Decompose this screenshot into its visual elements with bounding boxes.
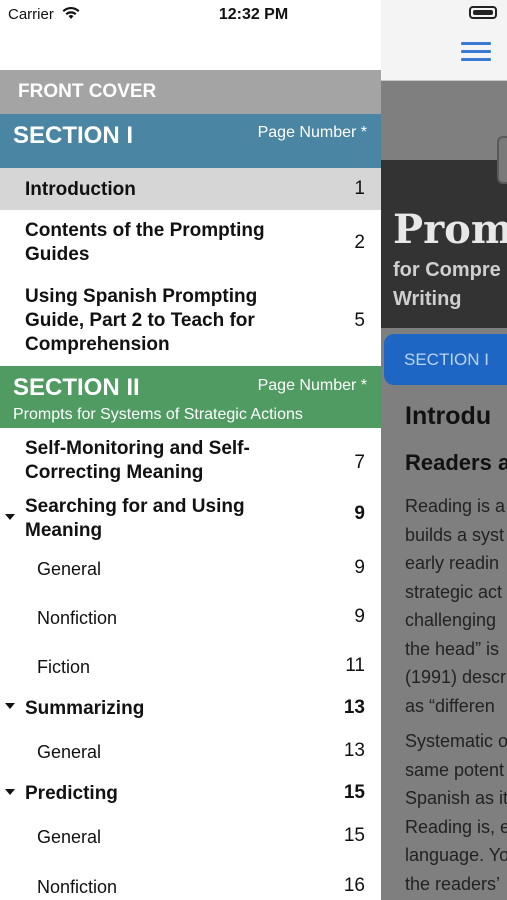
toc-item-label: Contents of the Prompting Guides [25, 220, 265, 265]
paragraph-line: the readers’ [405, 873, 501, 894]
toc-item-page: 13 [343, 697, 365, 718]
toc-subitem-general[interactable]: General 15 [0, 813, 381, 860]
panel-tab-handle[interactable] [497, 136, 507, 184]
toc-item-predicting[interactable]: Predicting 15 [0, 775, 381, 813]
toc-item-page: 9 [354, 503, 365, 524]
toc-item-contents[interactable]: Contents of the Prompting Guides 2 [0, 210, 381, 276]
toc-item-page: 1 [354, 178, 365, 199]
status-time: 12:32 PM [218, 6, 289, 23]
section-1-header: SECTION I Page Number * [0, 114, 381, 168]
disclosure-triangle-icon[interactable] [5, 789, 15, 795]
toc-item-label: General [37, 742, 102, 762]
toc-item-introduction[interactable]: Introduction 1 [0, 168, 381, 210]
toc-item-label: Self-Monitoring and Self-Correcting Mean… [25, 438, 250, 483]
section-2-page-label: Page Number * [257, 377, 367, 394]
battery-icon [469, 6, 497, 19]
section-2-header: SECTION II Page Number * Prompts for Sys… [0, 366, 381, 428]
banner-subtitle-line1: for Compre [393, 259, 501, 281]
paragraph-line: same potent [405, 759, 505, 780]
toc-subitem-fiction[interactable]: Fiction 11 [0, 642, 381, 691]
paragraph-line: Spanish as it [405, 788, 507, 808]
toc-item-searching[interactable]: Searching for and Using Meaning 9 [0, 494, 381, 544]
paragraph-line: language. Yo [405, 845, 507, 865]
paragraph-line: Reading is a [405, 496, 506, 516]
article-heading: Introdu [405, 402, 492, 430]
toc-item-summarizing[interactable]: Summarizing 13 [0, 691, 381, 728]
section-2-subtitle: Prompts for Systems of Strategic Actions [13, 406, 303, 423]
paragraph-line: the head” is [405, 638, 500, 659]
section-tab-button[interactable]: SECTION I [384, 334, 507, 385]
content-top-bar [381, 0, 507, 81]
toc-item-page: 15 [343, 782, 365, 803]
hamburger-menu-icon[interactable] [461, 42, 491, 64]
section-2-title: SECTION II [13, 374, 140, 401]
toc-item-label: Using Spanish Prompting Guide, Part 2 to… [25, 286, 258, 355]
toc-item-label: Summarizing [25, 698, 145, 719]
toc-item-label: Nonfiction [37, 877, 118, 897]
toc-item-label: General [37, 827, 102, 847]
toc-item-page: 16 [343, 875, 365, 896]
toc-item-self-monitoring[interactable]: Self-Monitoring and Self-Correcting Mean… [0, 428, 381, 494]
banner-title: Promp [393, 206, 507, 253]
paragraph-line: early readin [405, 553, 500, 573]
paragraph-line: builds a syst [405, 524, 505, 545]
disclosure-triangle-icon[interactable] [5, 703, 15, 709]
article-subheading: Readers a [405, 450, 507, 475]
toc-item-label: General [37, 559, 102, 579]
toc-item-label: Searching for and Using Meaning [25, 496, 245, 541]
section-1-page-label: Page Number * [257, 124, 367, 141]
section-1-title: SECTION I [13, 122, 134, 149]
toc-subitem-nonfiction[interactable]: Nonfiction 16 [0, 860, 381, 900]
toc-item-page: 11 [345, 655, 365, 676]
paragraph-line: Systematic o [405, 731, 507, 751]
article-paragraph-2: Systematic o same potent Spanish as it R… [405, 727, 507, 898]
front-cover-item[interactable]: FRONT COVER [0, 70, 381, 114]
table-of-contents-panel: Carrier 12:32 PM FRONT COVER SECTION I P… [0, 0, 381, 900]
toc-item-page: 15 [343, 825, 365, 846]
toc-subitem-general[interactable]: General 13 [0, 728, 381, 775]
toc-item-page: 5 [354, 310, 365, 331]
paragraph-line: challenging [405, 610, 497, 630]
article-paragraph-1: Reading is a builds a syst early readin … [405, 492, 507, 720]
paragraph-line: Reading is, e [405, 816, 507, 837]
toc-subitem-nonfiction[interactable]: Nonfiction 9 [0, 593, 381, 642]
content-pane: Promp for Compre Writing SECTION I Intro… [381, 0, 507, 900]
banner-subtitle-line2: Writing [393, 288, 462, 310]
banner-subtitle: for Compre Writing [393, 256, 501, 314]
toc-item-label: Introduction [25, 179, 136, 200]
paragraph-line: strategic act [405, 581, 503, 602]
disclosure-triangle-icon[interactable] [5, 514, 15, 520]
toc-item-page: 9 [354, 557, 365, 578]
toc-subitem-general[interactable]: General 9 [0, 544, 381, 593]
toc-item-page: 13 [343, 740, 365, 761]
paragraph-line: (1991) descr [405, 667, 507, 687]
toc-item-label: Predicting [25, 783, 118, 804]
paragraph-line: as “differen [405, 695, 495, 716]
toc-item-page: 7 [354, 452, 365, 473]
toc-item-page: 2 [354, 232, 365, 253]
toc-item-using-spanish[interactable]: Using Spanish Prompting Guide, Part 2 to… [0, 276, 381, 366]
toc-item-page: 9 [354, 606, 365, 627]
toc-item-label: Fiction [37, 657, 91, 677]
toc-item-label: Nonfiction [37, 608, 118, 628]
